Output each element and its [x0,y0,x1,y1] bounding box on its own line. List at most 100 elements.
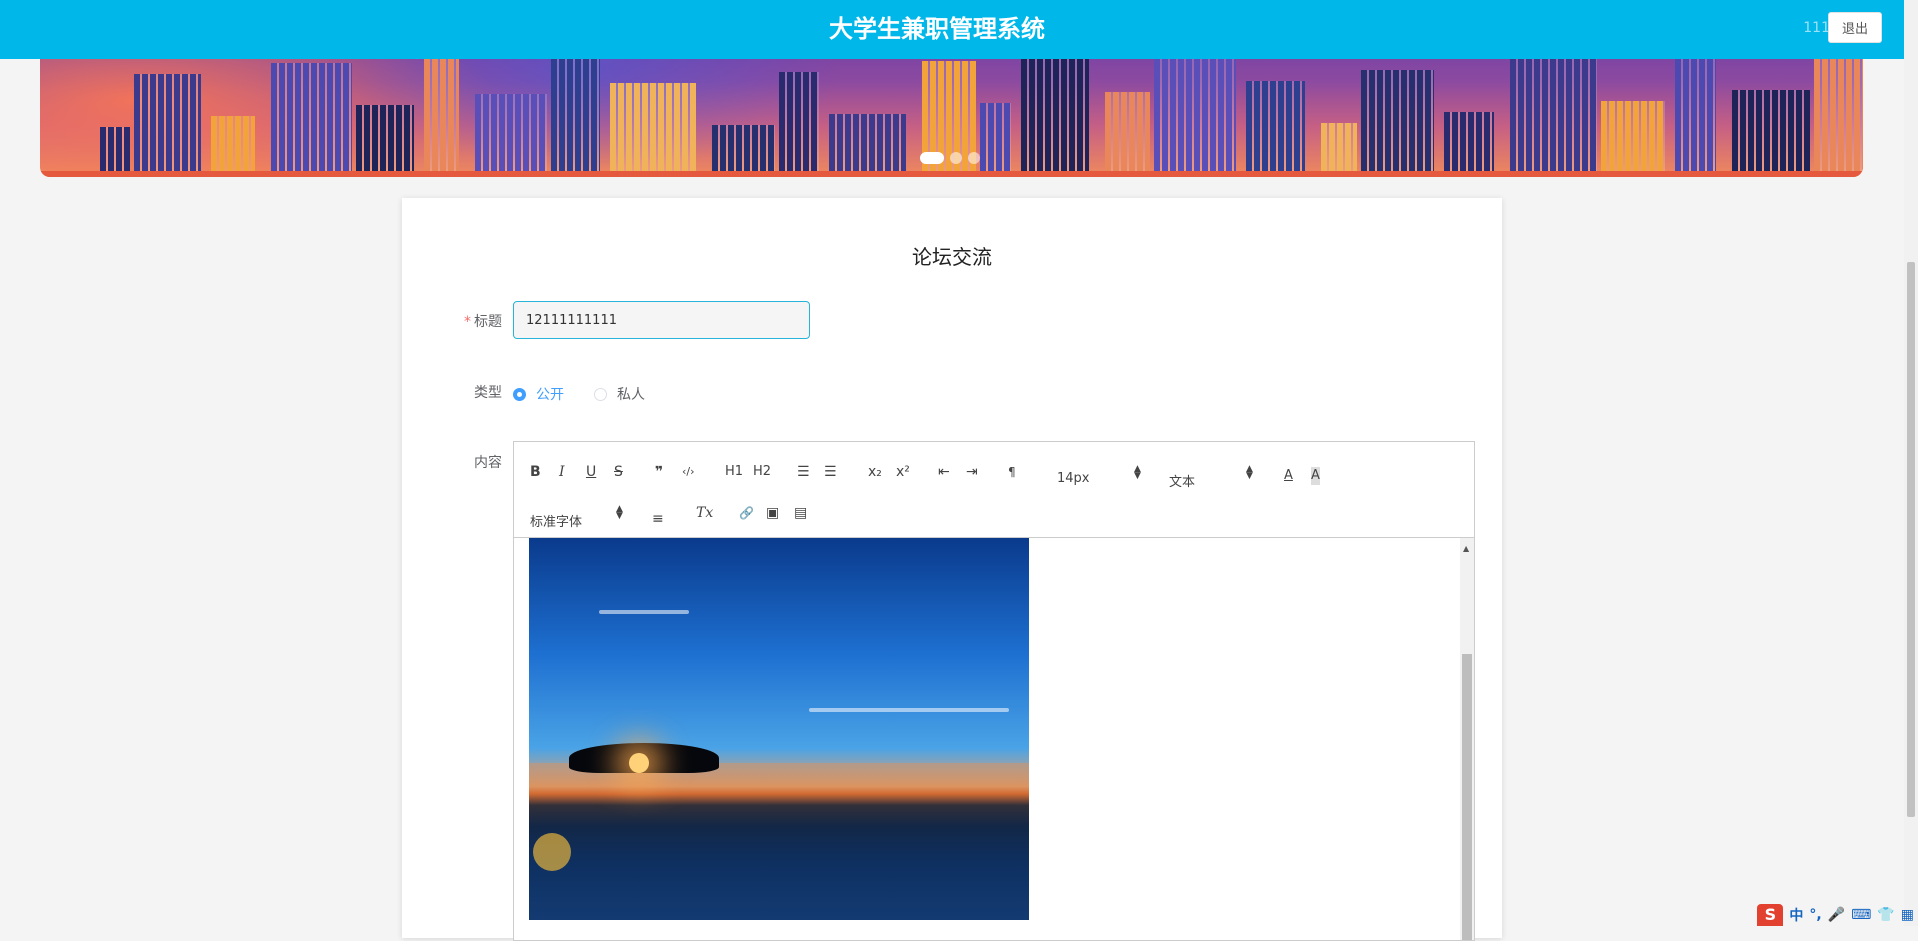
skyline-building [1246,81,1305,177]
skyline-building [980,103,1011,177]
skyline-building [271,63,352,177]
image-icon[interactable]: ▣ [766,504,779,522]
skyline-building [1675,48,1716,177]
title-input[interactable] [513,301,810,339]
blockquote-button[interactable]: ❞ [655,463,663,481]
radio-private-label: 私人 [617,387,645,403]
microphone-icon[interactable]: 🎤 [1828,907,1845,923]
ime-tray: S 中 °, 🎤 ⌨ 👕 ▦ [1753,904,1918,926]
photo-cloud [599,610,689,614]
skyline-building [551,41,600,177]
chevron-down-icon: ▼ [1246,471,1253,481]
skyline-building [424,52,459,177]
font-family-picker[interactable]: 标准字体 ▲ ▼ [530,505,626,531]
page-scrollbar-thumb[interactable] [1907,262,1915,817]
skyline-building [1444,112,1494,177]
text-direction-icon[interactable]: ¶ [1008,463,1016,481]
current-user: 111 [1803,20,1830,36]
content-label: 内容 [474,455,502,471]
video-icon[interactable]: ▤ [794,504,807,522]
page-title: 论坛交流 [912,245,992,269]
radio-private[interactable]: 私人 [594,384,645,404]
clean-format-icon[interactable]: Tx [696,504,713,522]
sunset-lake-photo [529,538,1029,920]
font-family-value: 标准字体 [530,515,583,530]
banner-ground [40,171,1863,177]
code-block-button[interactable]: ‹/› [682,463,695,481]
skyline-building [475,94,547,177]
align-icon[interactable]: ≡ [652,510,664,528]
title-label-text: 标题 [474,314,502,330]
photo-cloud [809,708,1009,712]
carousel-dot-3[interactable] [968,152,980,164]
font-size-picker[interactable]: 14px ▲ ▼ [1057,465,1147,487]
sogou-logo[interactable]: S [1757,904,1784,926]
skyline-building [1601,101,1665,177]
indent-icon[interactable]: ⇥ [966,463,978,481]
skyline-building [1732,90,1810,177]
radio-private-circle[interactable] [594,387,607,401]
header-value: 文本 [1169,475,1196,490]
h2-button[interactable]: H2 [753,463,771,481]
carousel-indicators [920,152,980,164]
title-label: * 标题 [402,311,502,331]
photo-sun [629,753,649,773]
strike-button[interactable]: S [614,463,623,481]
editor-toolbar: B I U S ❞ ‹/› H1 H2 ☰ ☰ x₂ x² ⇤ ⇥ ¶ 14px… [514,442,1474,538]
type-label: 类型 [474,385,502,401]
underline-button[interactable]: U [586,463,596,481]
editor-scrollbar[interactable]: ▲ [1460,538,1474,940]
skin-icon[interactable]: 👕 [1877,907,1894,923]
ime-mode[interactable]: 中 [1789,905,1803,925]
skyline-building [1105,92,1150,177]
system-title: 大学生兼职管理系统 [829,15,1045,43]
editor-scrollbar-thumb[interactable] [1462,654,1472,940]
skyline-building [134,74,201,177]
skyline-building [610,83,696,177]
font-color-icon[interactable]: A [1284,467,1293,485]
italic-button[interactable]: I [559,463,565,481]
radio-public-circle[interactable] [513,387,526,401]
outdent-icon[interactable]: ⇤ [938,463,950,481]
bullet-list-icon[interactable]: ☰ [824,463,837,481]
editor-content[interactable]: ▲ [514,538,1474,940]
skyline-building [1154,39,1236,177]
skyline-building [211,116,255,177]
background-color-icon[interactable]: A [1311,467,1320,485]
skyline-building [1361,70,1434,177]
chevron-down-icon: ▼ [1134,471,1141,481]
bold-button[interactable]: B [530,463,541,481]
skyline-building [1021,50,1089,177]
keyboard-icon[interactable]: ⌨ [1851,907,1871,923]
page-scrollbar[interactable] [1904,0,1918,926]
h1-button[interactable]: H1 [725,463,743,481]
chevron-down-icon: ▼ [616,511,623,521]
skyline-building [712,125,775,177]
header-picker[interactable]: 文本 ▲ ▼ [1169,465,1259,491]
skyline-building [1321,123,1357,177]
radio-public[interactable]: 公开 [513,384,564,404]
toolbox-icon[interactable]: ▦ [1901,907,1914,923]
skyline-building [1510,59,1597,177]
skyline-building [829,114,906,177]
logout-button[interactable]: 退出 [1828,12,1882,43]
cursor-highlight [533,833,571,871]
rich-text-editor: B I U S ❞ ‹/› H1 H2 ☰ ☰ x₂ x² ⇤ ⇥ ¶ 14px… [513,441,1475,941]
ordered-list-icon[interactable]: ☰ [797,463,810,481]
ime-punctuation[interactable]: °, [1809,907,1821,923]
skyline-building [100,127,130,177]
scroll-up-icon[interactable]: ▲ [1463,544,1469,553]
radio-public-label: 公开 [536,387,564,403]
required-mark: * [464,314,471,330]
photo-water [529,763,1029,920]
top-header: 大学生兼职管理系统 111 退出 [0,0,1904,59]
forum-form-card: 论坛交流 *标题 类型 公开 私人 内容 B I U S ❞ ‹/› H1 H2… [402,198,1502,941]
carousel-dot-1[interactable] [920,152,944,164]
superscript-button[interactable]: x² [896,463,910,481]
subscript-button[interactable]: x₂ [868,463,882,481]
skyline-building [356,105,414,177]
skyline-building [779,72,819,177]
font-size-value: 14px [1057,471,1090,486]
link-icon[interactable]: 🔗 [739,504,754,522]
carousel-dot-2[interactable] [950,152,962,164]
